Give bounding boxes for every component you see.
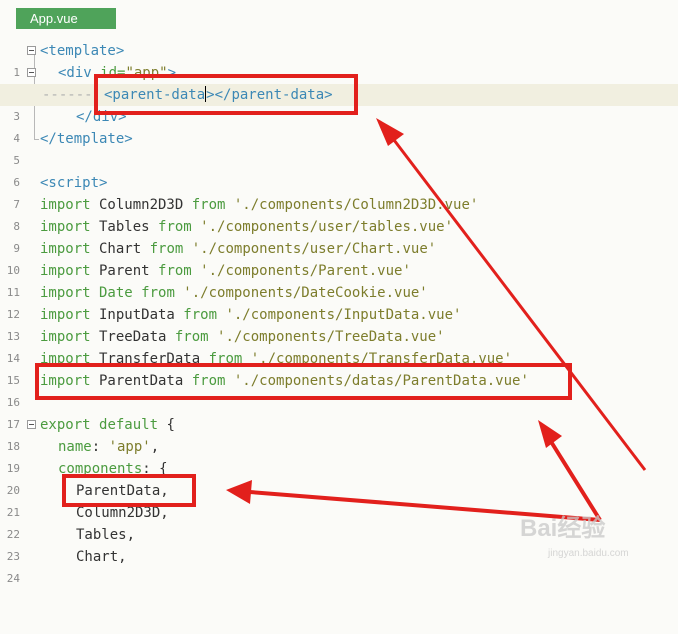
watermark-url: jingyan.baidu.com — [548, 548, 629, 559]
watermark-logo: Bai经验 — [520, 515, 606, 542]
arrow-to-template-tag — [376, 118, 647, 471]
annotation-arrows — [226, 118, 647, 522]
arrow-to-import-line — [538, 420, 602, 522]
